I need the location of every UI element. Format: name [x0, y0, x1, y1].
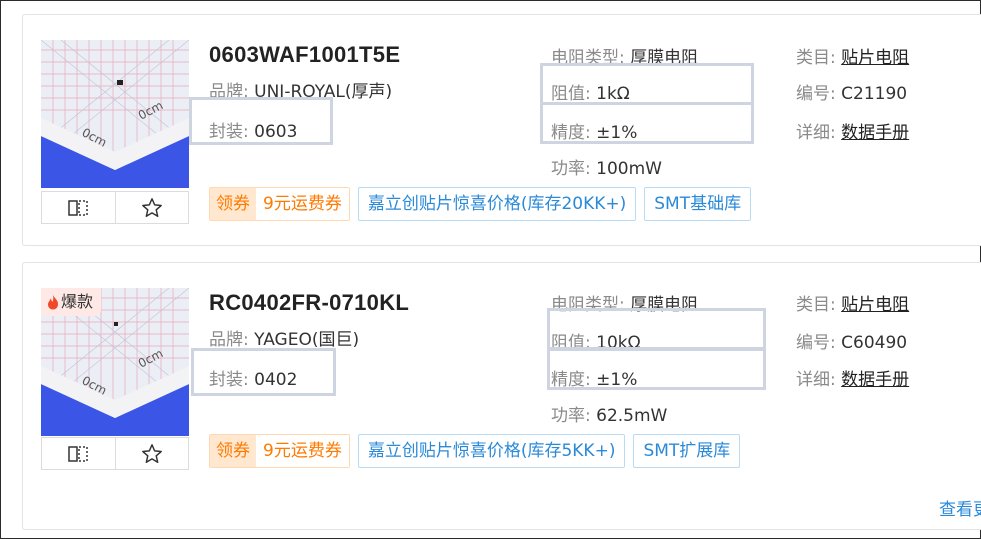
tag-row: 领券 9元运费券 嘉立创贴片惊喜价格(库存5KK+) SMT扩展库	[209, 434, 741, 468]
tolerance-label: 精度:	[551, 123, 591, 143]
smt-library-tag[interactable]: SMT扩展库	[633, 434, 741, 468]
resistance-line: 阻值: 10kΩ	[551, 328, 641, 353]
power-value: 62.5mW	[596, 406, 668, 426]
detail-label: 详细:	[796, 370, 836, 390]
category-label: 类目:	[796, 295, 836, 315]
product-thumbnail[interactable]: 0cm 0cm	[41, 40, 189, 188]
brand-value: YAGEO(国巨)	[254, 330, 360, 350]
resistance-line: 阻值: 1kΩ	[551, 79, 630, 104]
tag-row: 领券 9元运费券 嘉立创贴片惊喜价格(库存20KK+) SMT基础库	[209, 187, 752, 221]
smt-library-tag[interactable]: SMT基础库	[644, 187, 752, 221]
compare-button[interactable]	[42, 438, 115, 469]
resistance-label: 阻值:	[551, 84, 591, 104]
hot-badge: 爆款	[41, 288, 102, 316]
resistance-value: 1kΩ	[596, 84, 630, 104]
product-card: 0cm 0cm 0603WAF1001T5E 品牌: UNI-ROYAL(厚声)…	[22, 14, 981, 246]
resistor-type-value: 厚膜电阻	[630, 48, 699, 68]
flame-icon	[48, 295, 58, 310]
package-value: 0402	[254, 370, 298, 390]
coupon-tag-left: 领券	[210, 435, 256, 467]
brand-line: 品牌: YAGEO(国巨)	[209, 325, 359, 350]
component-image: 0cm 0cm	[41, 40, 189, 188]
part-number[interactable]: 0603WAF1001T5E	[209, 42, 400, 68]
promo-tag[interactable]: 嘉立创贴片惊喜价格(库存5KK+)	[357, 434, 626, 468]
power-value: 100mW	[596, 159, 662, 179]
product-thumbnail[interactable]: 0cm 0cm 爆款	[41, 288, 189, 436]
detail-line: 详细: 数据手册	[796, 118, 909, 143]
hot-badge-label: 爆款	[61, 292, 94, 311]
tolerance-label: 精度:	[551, 370, 591, 390]
detail-label: 详细:	[796, 123, 836, 143]
part-number[interactable]: RC0402FR-0710KL	[209, 290, 409, 316]
detail-line: 详细: 数据手册	[796, 365, 909, 390]
datasheet-link[interactable]: 数据手册	[841, 370, 909, 390]
resistance-label: 阻值:	[551, 333, 591, 353]
power-line: 功率: 100mW	[551, 154, 662, 179]
package-line: 封装: 0603	[209, 117, 297, 142]
power-label: 功率:	[551, 406, 591, 426]
favorite-button[interactable]	[114, 192, 189, 223]
resistance-value: 10kΩ	[596, 333, 641, 353]
code-value: C60490	[841, 333, 908, 353]
coupon-tag-right: 9元运费券	[256, 435, 349, 467]
code-label: 编号:	[796, 84, 836, 104]
brand-label: 品牌:	[209, 82, 249, 102]
tolerance-line: 精度: ±1%	[551, 118, 637, 143]
resistor-type-value: 厚膜电阻	[630, 295, 699, 315]
thumb-actions	[41, 191, 189, 224]
tolerance-value: ±1%	[596, 123, 638, 143]
compare-icon	[68, 199, 88, 216]
promo-tag[interactable]: 嘉立创贴片惊喜价格(库存20KK+)	[357, 187, 637, 221]
star-icon	[141, 197, 162, 217]
resistor-type-line: 电阻类型: 厚膜电阻	[551, 290, 698, 315]
tolerance-line: 精度: ±1%	[551, 365, 637, 390]
code-line: 编号: C21190	[796, 79, 907, 104]
category-label: 类目:	[796, 48, 836, 68]
product-card: 0cm 0cm 爆款 RC0402FR-0710KL 品牌: YAGEO(国巨)	[22, 262, 981, 530]
resistor-type-label: 电阻类型:	[551, 295, 625, 315]
category-link[interactable]: 贴片电阻	[841, 295, 909, 315]
category-line: 类目: 贴片电阻	[796, 43, 909, 68]
coupon-tag[interactable]: 领券 9元运费券	[209, 187, 350, 221]
power-line: 功率: 62.5mW	[551, 401, 667, 426]
coupon-tag-left: 领券	[210, 188, 256, 220]
coupon-tag-right: 9元运费券	[256, 188, 349, 220]
coupon-tag[interactable]: 领券 9元运费券	[209, 434, 350, 468]
category-link[interactable]: 贴片电阻	[841, 48, 909, 68]
code-value: C21190	[841, 84, 908, 104]
resistor-type-line: 电阻类型: 厚膜电阻	[551, 43, 698, 68]
brand-line: 品牌: UNI-ROYAL(厚声)	[209, 77, 392, 102]
package-value: 0603	[254, 122, 298, 142]
package-label: 封装:	[209, 370, 249, 390]
compare-icon	[68, 445, 88, 462]
compare-button[interactable]	[42, 192, 115, 223]
resistor-type-label: 电阻类型:	[551, 48, 625, 68]
brand-value: UNI-ROYAL(厚声)	[254, 82, 393, 102]
tolerance-value: ±1%	[596, 370, 638, 390]
power-label: 功率:	[551, 159, 591, 179]
code-line: 编号: C60490	[796, 328, 907, 353]
datasheet-link[interactable]: 数据手册	[841, 123, 909, 143]
package-label: 封装:	[209, 122, 249, 142]
favorite-button[interactable]	[114, 438, 189, 469]
star-icon	[141, 443, 162, 463]
category-line: 类目: 贴片电阻	[796, 290, 909, 315]
package-line: 封装: 0402	[209, 365, 297, 390]
thumb-actions	[41, 437, 189, 470]
code-label: 编号:	[796, 333, 836, 353]
view-more-link[interactable]: 查看更	[939, 495, 981, 520]
brand-label: 品牌:	[209, 330, 249, 350]
